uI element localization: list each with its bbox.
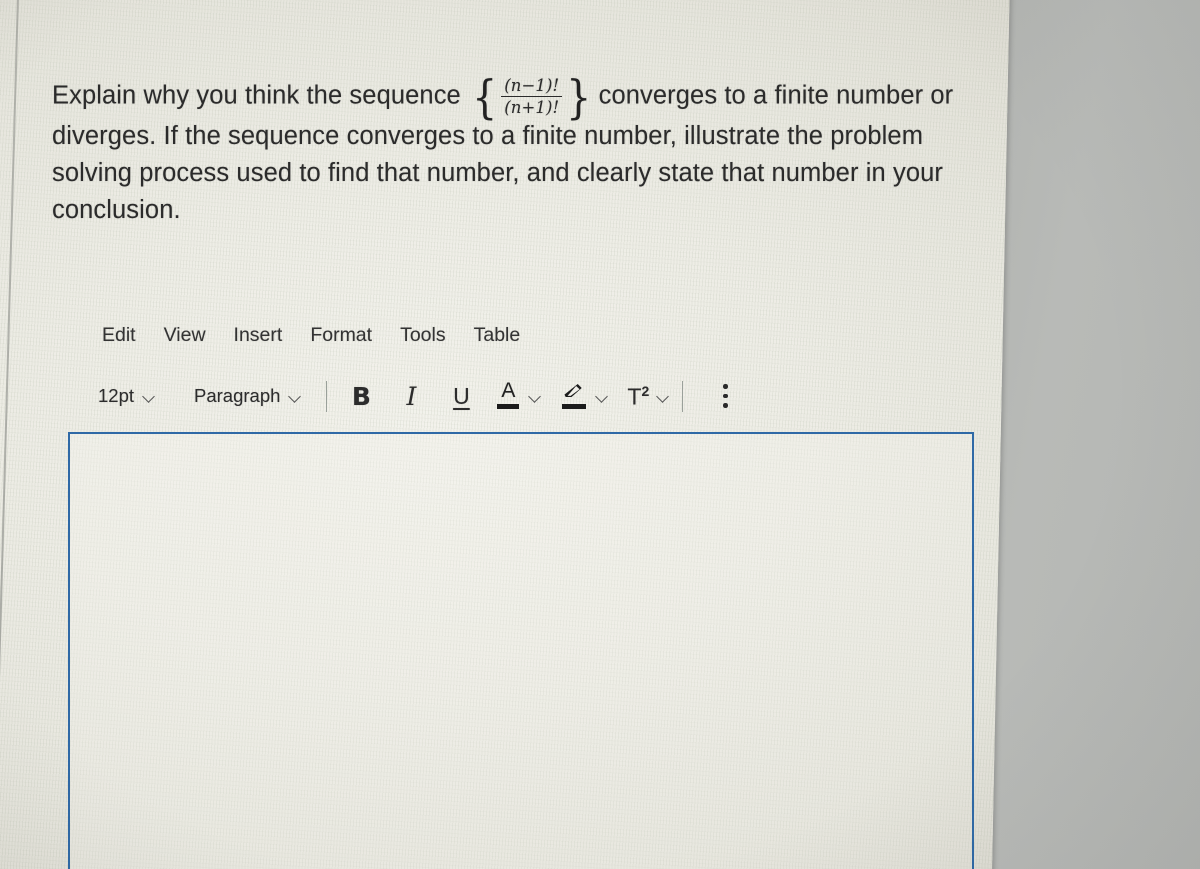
menu-item-table[interactable]: Table: [460, 322, 535, 349]
bold-button[interactable]: B: [341, 377, 381, 415]
chevron-down-icon: [289, 390, 302, 403]
block-format-value: Paragraph: [194, 385, 281, 406]
question-line2: diverges. If the sequence converges to a…: [52, 121, 924, 150]
block-format-dropdown[interactable]: Paragraph: [184, 383, 312, 409]
toolbar-divider: [682, 380, 684, 412]
question-line1-after: converges to a finite number or: [598, 81, 954, 110]
text-color-control[interactable]: A: [495, 380, 542, 411]
superscript-icon: T2: [627, 382, 650, 410]
menu-item-edit[interactable]: Edit: [88, 322, 150, 349]
chevron-down-icon: [143, 390, 156, 403]
rich-text-editor-body[interactable]: [68, 432, 974, 869]
answer-text-area[interactable]: [70, 434, 972, 869]
highlighter-pen-icon: [560, 381, 588, 411]
question-prompt: Explain why you think the sequence {(n−1)…: [52, 69, 997, 229]
question-line3: solving process used to find that number…: [52, 158, 943, 187]
font-size-dropdown[interactable]: 12pt: [88, 383, 166, 409]
kebab-menu-icon[interactable]: [711, 379, 739, 413]
highlight-color-control[interactable]: [560, 381, 609, 411]
kebab-dot: [723, 403, 728, 408]
italic-button[interactable]: I: [391, 377, 431, 415]
quiz-page: Explain why you think the sequence {(n−1)…: [30, 34, 1030, 869]
screen-photo: Explain why you think the sequence {(n−1)…: [0, 0, 1200, 869]
highlight-color-swatch: [562, 404, 587, 409]
editor-toolbar: 12pt Paragraph B I U A T2: [88, 377, 739, 415]
question-line4: conclusion.: [52, 195, 181, 224]
chevron-down-icon[interactable]: [657, 390, 670, 403]
menu-item-insert[interactable]: Insert: [220, 322, 297, 349]
kebab-dot: [723, 384, 728, 389]
toolbar-divider: [326, 380, 328, 412]
chevron-down-icon[interactable]: [529, 390, 542, 403]
editor-menubar: Edit View Insert Format Tools Table: [88, 322, 534, 349]
superscript-control[interactable]: T2: [627, 384, 670, 409]
menu-item-view[interactable]: View: [150, 322, 220, 349]
kebab-dot: [723, 393, 728, 399]
fraction-numerator: (n−1)!: [504, 76, 560, 95]
question-line1-before: Explain why you think the sequence: [52, 81, 461, 110]
chevron-down-icon[interactable]: [596, 390, 609, 403]
fraction: (n−1)! (n+1)!: [501, 76, 563, 118]
menu-item-format[interactable]: Format: [296, 322, 386, 349]
text-color-swatch: [497, 404, 520, 409]
underline-button[interactable]: U: [441, 377, 481, 415]
menu-item-tools[interactable]: Tools: [386, 322, 460, 349]
text-color-icon: A: [495, 380, 521, 411]
font-size-value: 12pt: [98, 385, 135, 406]
fraction-denominator: (n+1)!: [501, 96, 563, 117]
math-expression: {(n−1)! (n+1)!}: [472, 69, 592, 124]
